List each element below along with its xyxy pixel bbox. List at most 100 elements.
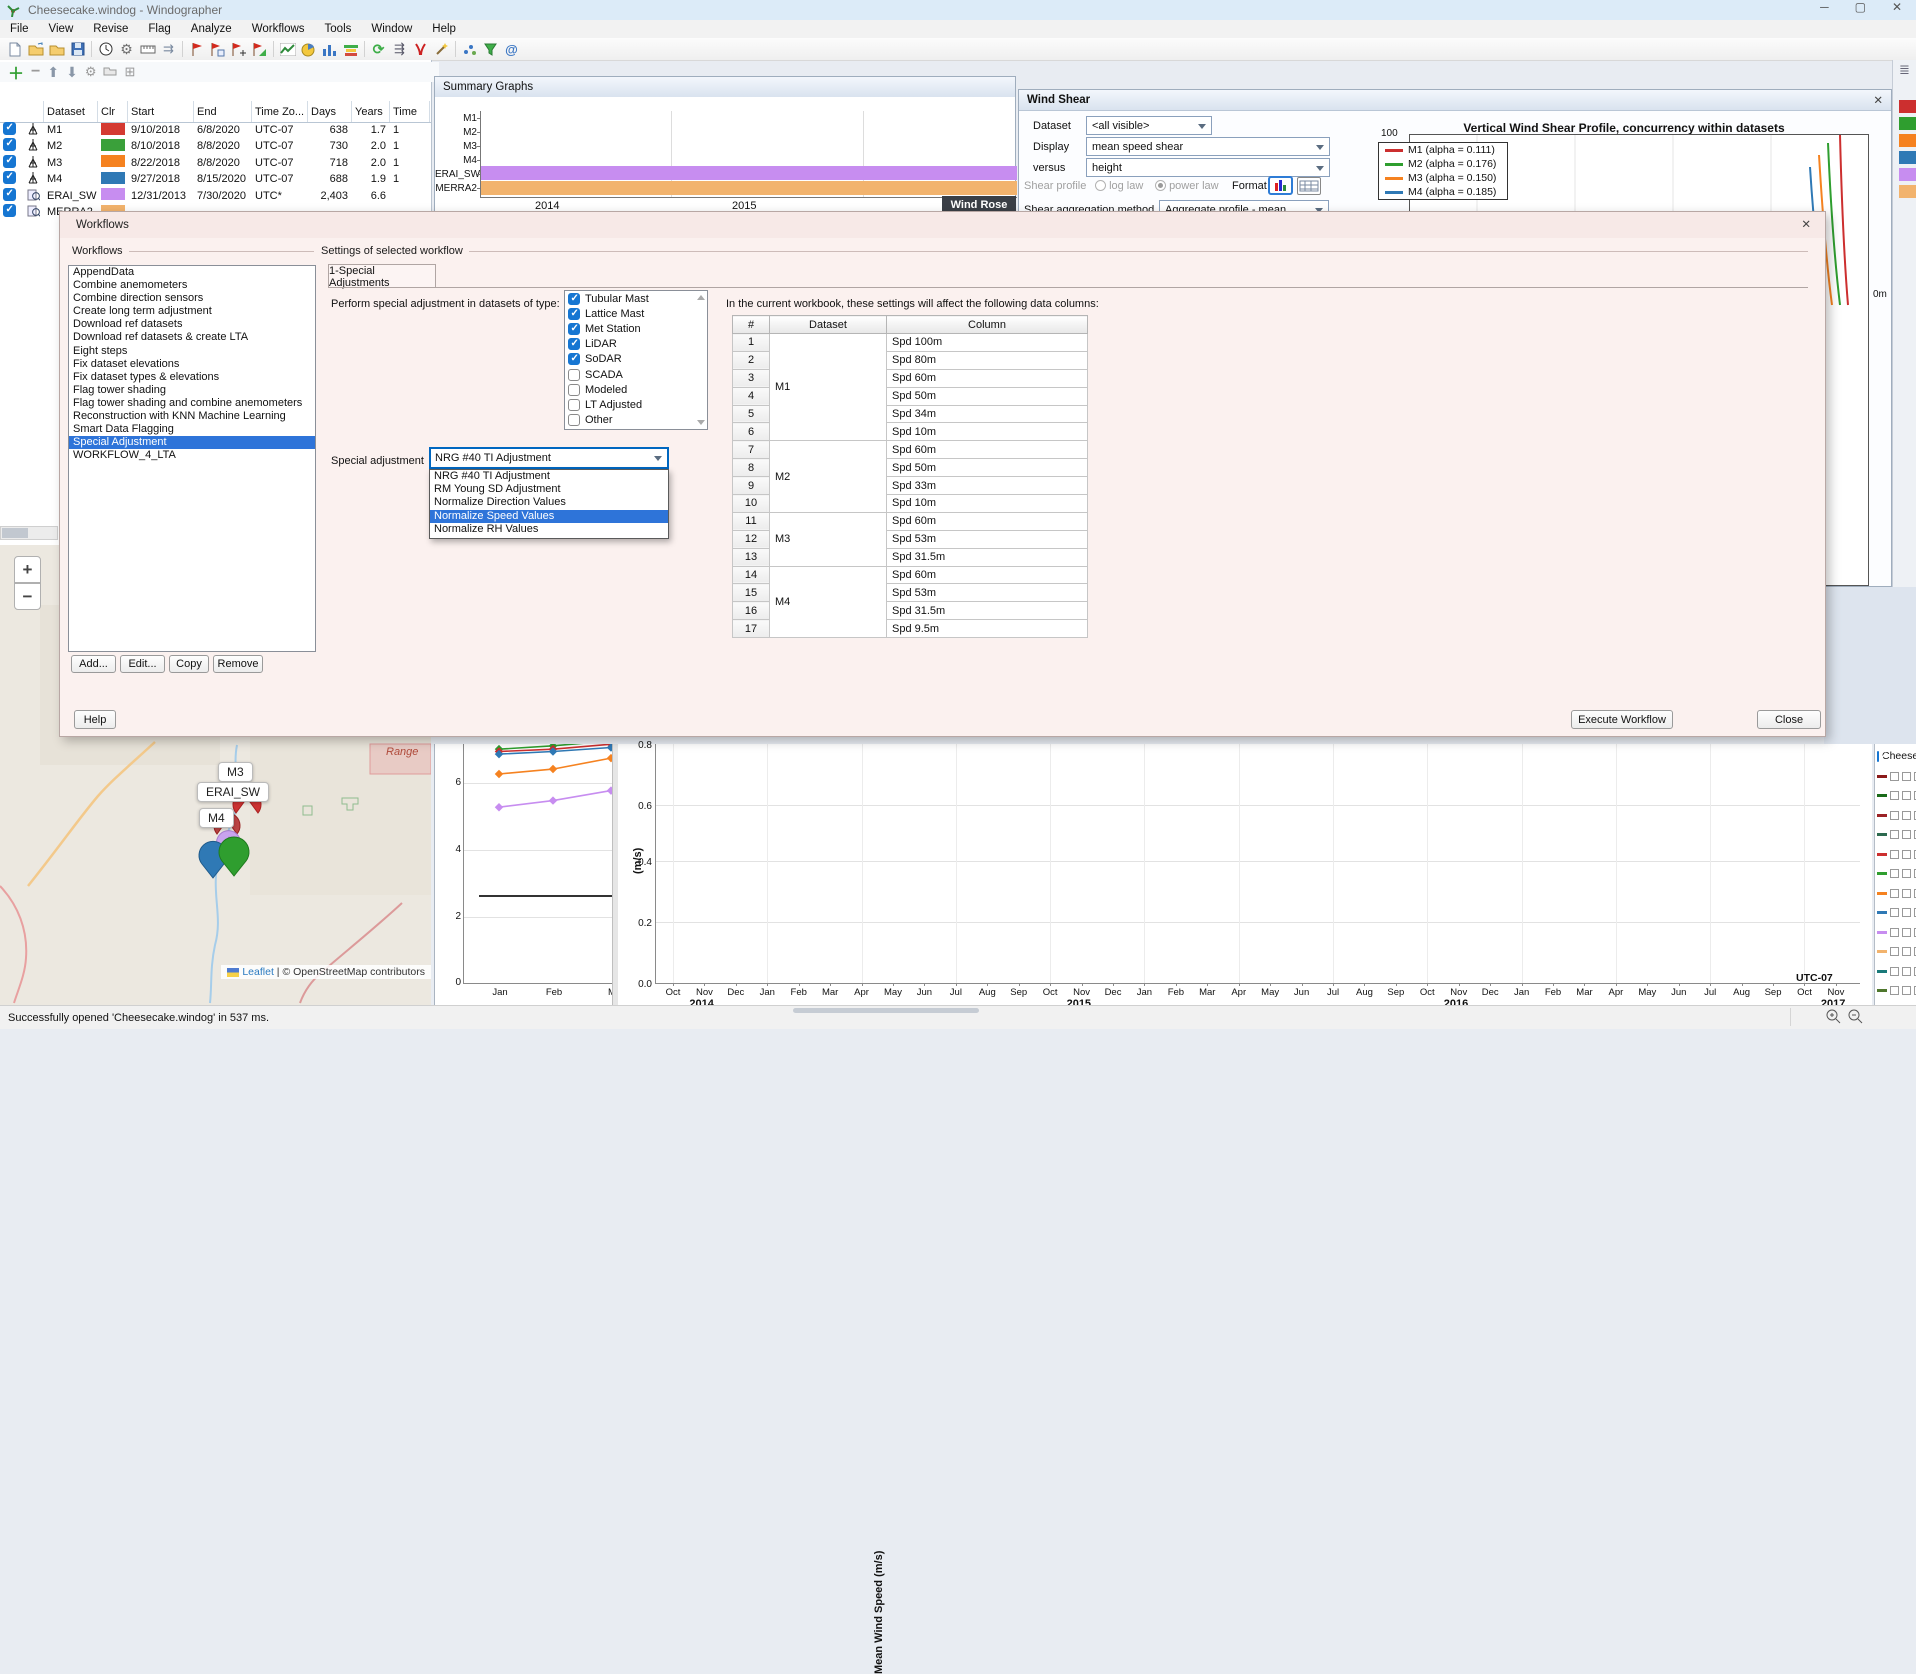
dataset-checkbox[interactable] [3,138,16,151]
refresh-icon[interactable]: ⟳ [368,40,389,58]
table-row[interactable]: 7M2Spd 60m [733,441,1088,459]
column-checkbox[interactable] [1890,772,1899,781]
column-checkbox[interactable] [1890,947,1899,956]
color-swatch[interactable] [101,172,125,184]
column-row[interactable] [1875,943,1916,961]
move-up-icon[interactable]: ⬆ [47,64,59,81]
dropdown-option[interactable]: Normalize RH Values [430,523,668,536]
color-swatch[interactable] [101,139,125,151]
column-checkbox[interactable] [1890,869,1899,878]
workflow-item[interactable]: Download ref datasets & create LTA [69,331,315,344]
column-row[interactable] [1875,845,1916,863]
type-checkbox[interactable] [568,308,580,320]
dropdown-option[interactable]: Normalize Speed Values [430,510,668,523]
type-checkbox[interactable] [568,293,580,305]
bar-chart-icon[interactable] [319,40,340,58]
special-adjustment-combo[interactable]: NRG #40 TI Adjustment [429,447,669,469]
filter-icon[interactable] [480,40,501,58]
ws-powerlaw-radio[interactable]: power law [1155,180,1219,192]
workflows-dialog-close-icon[interactable]: ✕ [1801,217,1811,231]
dataset-type-modeled[interactable]: Modeled [565,382,707,397]
workflow-item[interactable]: Fix dataset elevations [69,358,315,371]
summary-graphs-titlebar[interactable]: Summary Graphs [435,77,1015,98]
dataset-settings-icon[interactable]: ⚙ [85,64,97,80]
wind-shear-close-icon[interactable]: ✕ [1873,93,1883,107]
type-checkbox[interactable] [568,323,580,335]
column-checkbox[interactable] [1890,811,1899,820]
flag-icon[interactable] [186,40,207,58]
maximize-button[interactable]: ▢ [1855,0,1866,14]
minimize-button[interactable]: ─ [1820,0,1829,14]
column-checkbox[interactable] [1902,947,1911,956]
column-row[interactable] [1875,982,1916,1000]
color-swatch[interactable] [101,188,125,200]
web-icon[interactable]: @ [501,40,522,58]
column-row[interactable] [1875,767,1916,785]
hscrollbar-fragment[interactable] [793,1008,979,1013]
menu-help[interactable]: Help [422,23,466,35]
workflow-item[interactable]: Smart Data Flagging [69,423,315,436]
dataset-checkbox[interactable] [3,155,16,168]
special-adjustment-dropdown[interactable]: NRG #40 TI AdjustmentRM Young SD Adjustm… [429,469,669,539]
workflow-list[interactable]: AppendDataCombine anemometersCombine dir… [68,265,316,652]
column-checkbox[interactable] [1902,889,1911,898]
ws-format-chart-button[interactable] [1268,176,1293,195]
dataset-folder-icon[interactable] [103,65,117,79]
column-row[interactable] [1875,923,1916,941]
ws-loglaw-radio[interactable]: log law [1095,180,1143,192]
flag-rules-icon[interactable] [207,40,228,58]
column-checkbox[interactable] [1890,986,1899,995]
dataset-type-tubular-mast[interactable]: Tubular Mast [565,291,707,306]
column-row[interactable] [1875,865,1916,883]
column-row[interactable] [1875,962,1916,980]
column-checkbox[interactable] [1902,791,1911,800]
slingshot-icon[interactable] [410,40,431,58]
column-checkbox[interactable] [1902,986,1911,995]
menu-view[interactable]: View [39,23,84,35]
dataset-type-other[interactable]: Other [565,413,707,428]
menu-revise[interactable]: Revise [83,23,138,35]
save-icon[interactable] [67,40,88,58]
col-time[interactable]: Time [390,101,430,122]
dropdown-option[interactable]: RM Young SD Adjustment [430,483,668,496]
dropdown-option[interactable]: Normalize Direction Values [430,496,668,509]
ws-dataset-combo[interactable]: <all visible> [1086,116,1212,135]
dataset-type-sodar[interactable]: SoDAR [565,352,707,367]
dataset-hscrollbar[interactable] [0,526,58,540]
workflow-item[interactable]: Flag tower shading and combine anemomete… [69,397,315,410]
dataset-type-lidar[interactable]: LiDAR [565,337,707,352]
pie-chart-icon[interactable] [298,40,319,58]
table-row[interactable]: 11M3Spd 60m [733,512,1088,530]
type-checkbox[interactable] [568,353,580,365]
dataset-type-met-station[interactable]: Met Station [565,321,707,336]
dataset-row-ERAI_SW[interactable]: ERAI_SW12/31/20137/30/2020UTC*2,4036.6 [0,188,431,204]
append-icon[interactable]: ⇶ [389,40,410,58]
shift-data-icon[interactable]: ⇉ [158,40,179,58]
col-clr[interactable]: Clr [98,101,128,122]
ws-display-combo[interactable]: mean speed shear [1086,137,1330,156]
workflow-item[interactable]: Combine direction sensors [69,292,315,305]
column-checkbox[interactable] [1902,830,1911,839]
dataset-checkbox[interactable] [3,122,16,135]
ruler-icon[interactable] [137,40,158,58]
dataset-type-list[interactable]: Tubular MastLattice MastMet StationLiDAR… [564,290,708,430]
dataset-row-M4[interactable]: M49/27/20188/15/2020UTC-076881.91 [0,171,431,187]
column-checkbox[interactable] [1902,850,1911,859]
dataset-row-M3[interactable]: M38/22/20188/8/2020UTC-077182.01 [0,155,431,171]
summary-bar-MERRA2[interactable] [481,181,1017,195]
type-checkbox[interactable] [568,414,580,426]
dataset-row-M1[interactable]: M19/10/20186/8/2020UTC-076381.71 [0,122,431,138]
help-button[interactable]: Help [74,710,116,729]
workbook-row[interactable]: Cheesec [1875,747,1916,765]
type-checkbox[interactable] [568,369,580,381]
remove-dataset-icon[interactable]: − [31,63,40,81]
ws-format-table-button[interactable] [1297,177,1321,195]
dataset-type-scada[interactable]: SCADA [565,367,707,382]
col-end[interactable]: End [194,101,252,122]
color-swatch[interactable] [101,123,125,135]
close-button[interactable]: ✕ [1892,0,1902,14]
scroll-down-icon[interactable] [697,420,705,425]
column-checkbox[interactable] [1890,791,1899,800]
col-years[interactable]: Years [352,101,390,122]
column-checkbox[interactable] [1902,869,1911,878]
